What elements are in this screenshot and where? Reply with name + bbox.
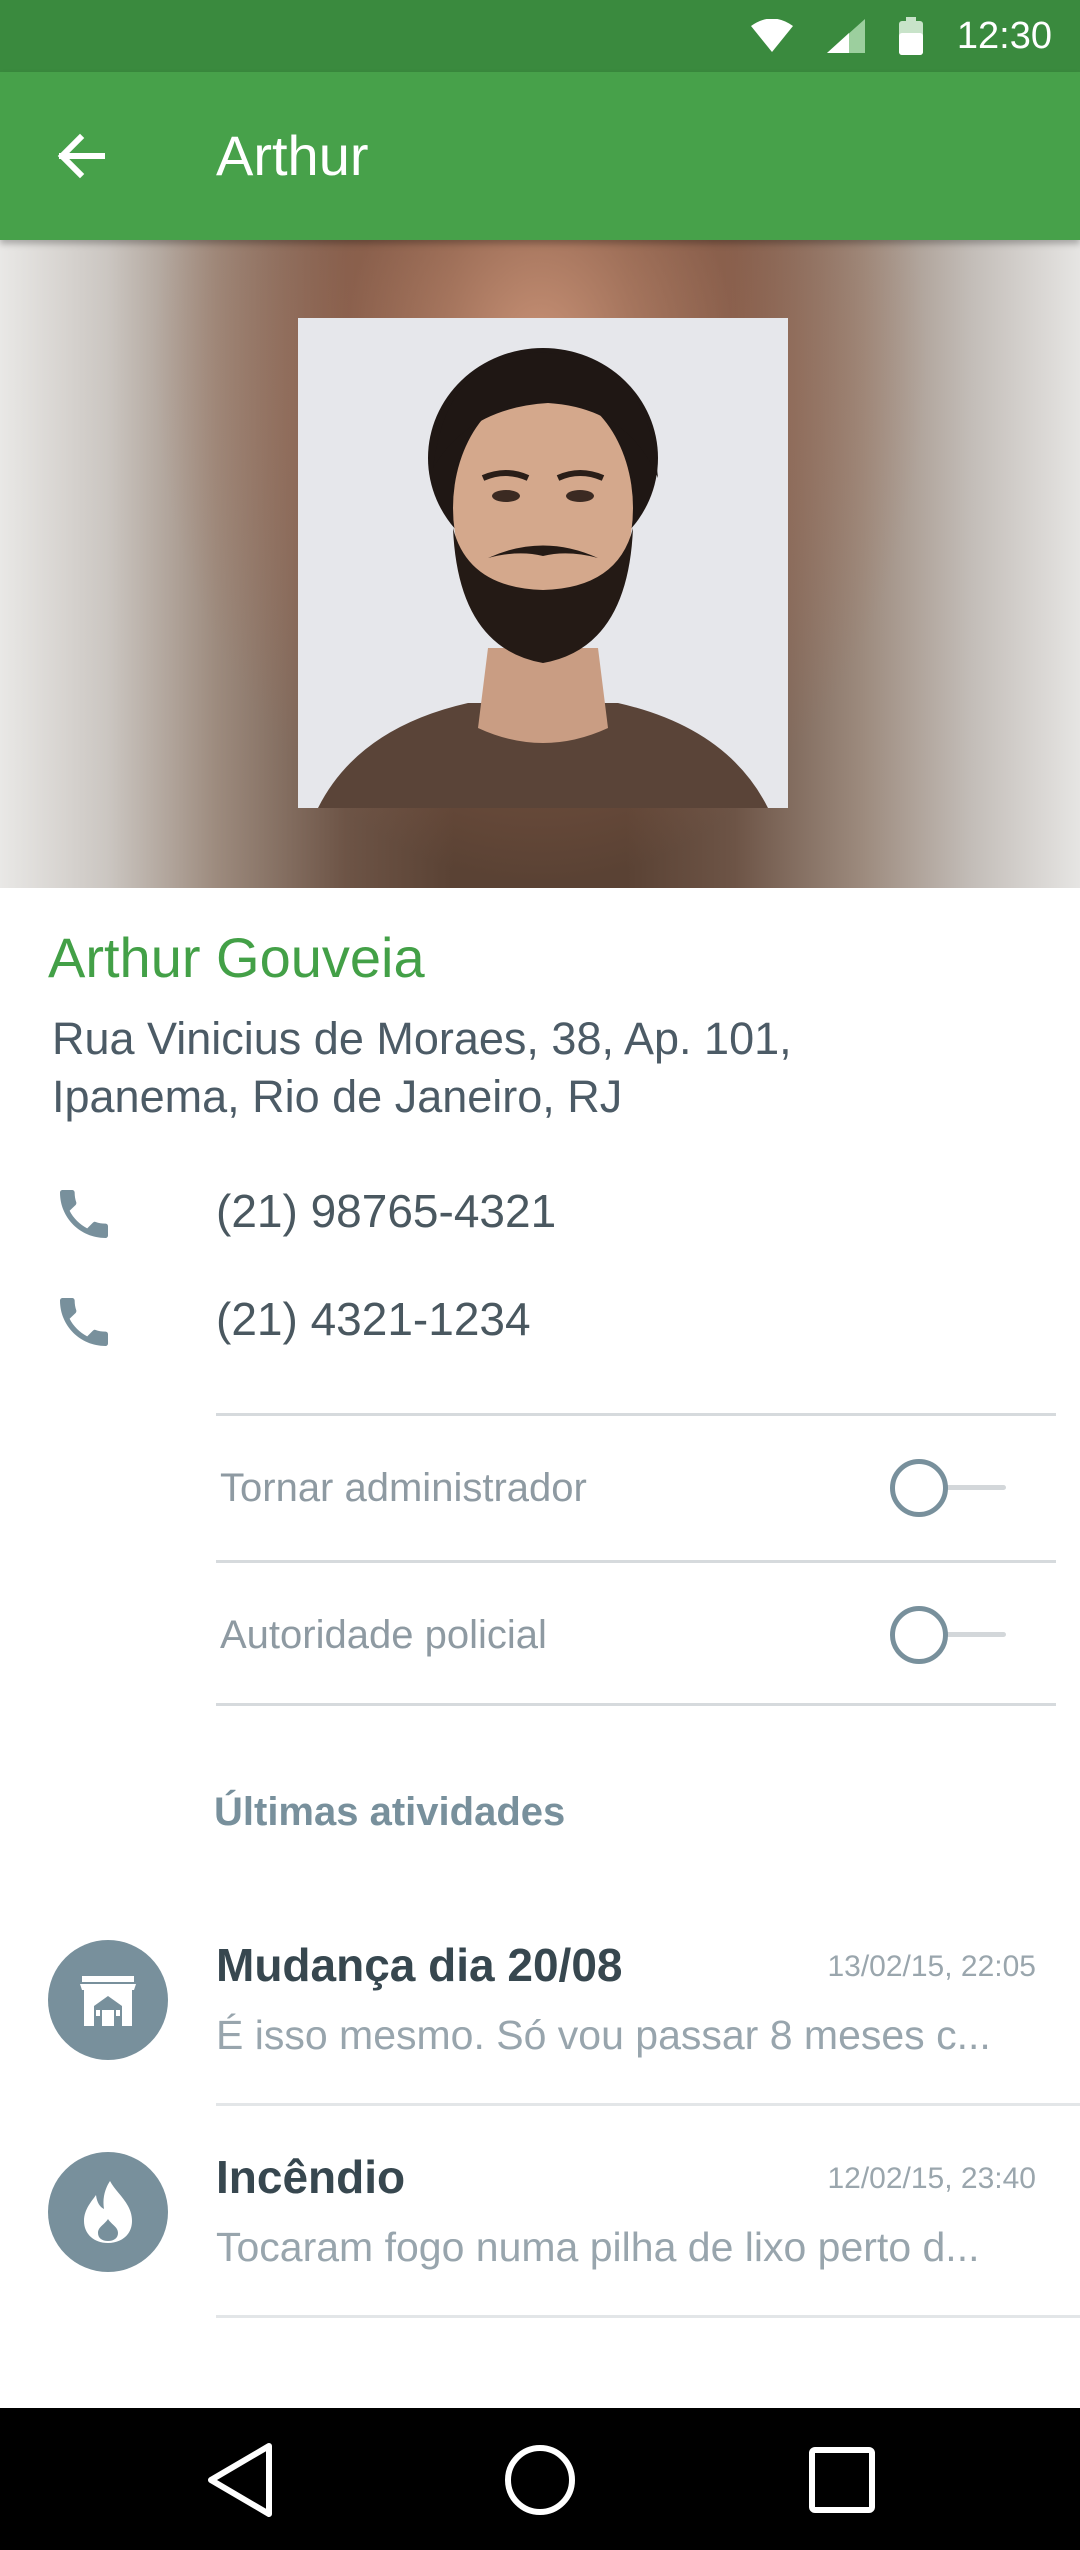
police-authority-toggle[interactable] [890,1606,1010,1664]
setting-label: Tornar administrador [220,1466,587,1510]
status-time: 12:30 [956,14,1052,57]
signal-icon [826,19,865,53]
moving-house-icon [48,1940,168,2060]
back-triangle-icon [208,2443,272,2517]
recent-activities-heading: Últimas atividades [214,1790,566,1834]
activity-title: Mudança dia 20/08 [216,1939,623,1991]
profile-hero-background [0,240,1080,888]
profile-photo [298,318,788,808]
activity-timestamp: 13/02/15, 22:05 [827,1950,1036,1983]
setting-row-police: Autoridade policial [216,1563,1056,1707]
phone-icon [60,1190,108,1238]
activity-snippet: Tocaram fogo numa pilha de lixo perto d.… [216,2224,980,2270]
phone-row[interactable]: (21) 98765-4321 [0,1166,1080,1256]
contact-address: Rua Vinicius de Moraes, 38, Ap. 101, Ipa… [52,1013,792,1122]
admin-toggle[interactable] [890,1459,1010,1517]
system-nav-bar [0,2408,1080,2550]
nav-recents-button[interactable] [802,2440,882,2520]
battery-icon [898,17,923,55]
phone-row[interactable]: (21) 4321-1234 [0,1274,1080,1364]
nav-home-button[interactable] [500,2440,580,2520]
setting-label: Autoridade policial [220,1613,547,1657]
status-bar: 12:30 [0,0,1080,72]
wifi-icon [750,19,793,52]
home-circle-icon [505,2445,575,2515]
fire-icon [48,2152,168,2272]
contact-name: Arthur Gouveia [48,926,425,989]
recents-square-icon [809,2447,875,2513]
app-title: Arthur [216,124,369,187]
app-bar: Arthur [0,72,1080,240]
phone-number: (21) 98765-4321 [216,1185,557,1237]
activity-title: Incêndio [216,2151,406,2203]
activity-snippet: É isso mesmo. Só vou passar 8 meses c... [216,2012,991,2058]
phone-number: (21) 4321-1234 [216,1293,531,1345]
activity-item[interactable]: Incêndio 12/02/15, 23:40 Tocaram fogo nu… [0,2106,1080,2318]
phone-icon [60,1298,108,1346]
setting-row-admin: Tornar administrador [216,1416,1056,1560]
nav-back-button[interactable] [200,2440,280,2520]
activity-item[interactable]: Mudança dia 20/08 13/02/15, 22:05 É isso… [0,1894,1080,2106]
status-icons: 12:30 [750,0,1052,72]
back-button[interactable] [40,116,120,196]
activity-timestamp: 12/02/15, 23:40 [827,2162,1036,2195]
divider [216,1703,1056,1706]
arrow-back-icon [57,133,105,179]
